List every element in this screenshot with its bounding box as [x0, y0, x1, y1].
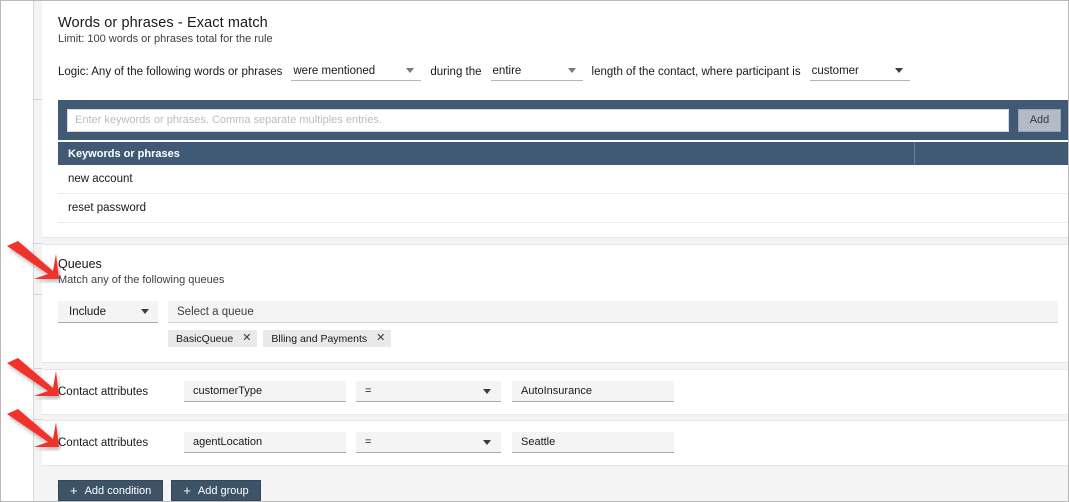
contact-attribute-operator-value: =: [365, 385, 372, 397]
close-icon[interactable]: ✕: [242, 333, 251, 344]
add-condition-button[interactable]: + Add condition: [58, 480, 164, 501]
chevron-down-icon: [406, 68, 415, 73]
plus-icon: +: [70, 483, 78, 498]
contact-attribute-operator-select[interactable]: =: [356, 432, 501, 453]
add-group-label: Add group: [197, 484, 249, 497]
queue-tag-label: Blling and Payments: [271, 332, 368, 345]
chevron-down-icon: [483, 440, 491, 445]
column-header-actions: [915, 142, 1068, 165]
add-group-button[interactable]: + Add group: [171, 480, 261, 501]
queue-tag[interactable]: Blling and Payments ✕: [263, 330, 392, 347]
contact-attribute-card: Contact attributes agentLocation = Seatt…: [42, 420, 1068, 466]
table-row[interactable]: new account: [58, 165, 1068, 194]
logic-condition-value: were mentioned: [293, 64, 376, 77]
logic-participant-value: customer: [811, 64, 859, 77]
contact-attribute-key-value: customerType: [193, 385, 263, 397]
keywords-table: Keywords or phrases new account reset pa…: [58, 142, 1068, 223]
chevron-down-icon: [894, 68, 903, 73]
words-or-phrases-card: Words or phrases - Exact match Limit: 10…: [42, 1, 1068, 238]
keyword-entry-panel: Add: [58, 100, 1068, 140]
page-title: Words or phrases - Exact match: [58, 15, 268, 31]
contact-attribute-operator-select[interactable]: =: [356, 381, 501, 402]
logic-participant-select[interactable]: customer: [809, 61, 910, 81]
keyword-input[interactable]: [67, 108, 1009, 132]
queues-row: Include Select a queue BasicQueue ✕ Blli…: [58, 301, 1058, 347]
contact-attribute-value-input[interactable]: AutoInsurance: [512, 381, 674, 402]
contact-attribute-value-input[interactable]: Seattle: [512, 432, 674, 453]
queue-tag[interactable]: BasicQueue ✕: [168, 330, 258, 347]
contact-attribute-card: Contact attributes customerType = AutoIn…: [42, 369, 1068, 415]
keywords-table-header: Keywords or phrases: [58, 142, 1068, 165]
queues-subtitle: Match any of the following queues: [58, 274, 225, 286]
left-rail-gutter: [34, 1, 42, 501]
connect-rule-conditions-screen: Words or phrases - Exact match Limit: 10…: [0, 0, 1069, 502]
queue-include-value: Include: [69, 305, 107, 318]
contact-attribute-value-text: AutoInsurance: [521, 385, 592, 397]
queue-tag-list: BasicQueue ✕ Blling and Payments ✕: [168, 330, 1058, 347]
queues-card: Queues Match any of the following queues…: [42, 244, 1068, 363]
logic-condition-select[interactable]: were mentioned: [291, 61, 422, 81]
add-condition-label: Add condition: [84, 484, 152, 497]
add-keyword-button[interactable]: Add: [1018, 108, 1061, 132]
chevron-down-icon: [141, 309, 149, 314]
keyword-cell: reset password: [68, 202, 146, 214]
contact-attribute-label: Contact attributes: [58, 385, 149, 398]
contact-attribute-operator-value: =: [365, 436, 372, 448]
queue-select-wrapper: Select a queue BasicQueue ✕ Blling and P…: [168, 301, 1058, 347]
logic-duration-value: entire: [492, 64, 522, 77]
keyword-cell: new account: [68, 173, 133, 185]
logic-duration-select[interactable]: entire: [490, 61, 583, 81]
contact-attribute-label: Contact attributes: [58, 436, 149, 449]
contact-attribute-row: Contact attributes customerType = AutoIn…: [58, 381, 674, 402]
contact-attribute-row: Contact attributes agentLocation = Seatt…: [58, 432, 674, 453]
conditions-content-column: Words or phrases - Exact match Limit: 10…: [42, 1, 1068, 501]
conditions-footer: + Add condition + Add group: [58, 480, 261, 501]
left-rail: [1, 1, 34, 501]
chevron-down-icon: [567, 68, 576, 73]
logic-prefix-label: Logic: Any of the following words or phr…: [58, 66, 283, 78]
words-limit-subtitle: Limit: 100 words or phrases total for th…: [58, 33, 273, 45]
queue-select-input[interactable]: Select a queue: [168, 301, 1058, 323]
queue-select-placeholder: Select a queue: [177, 305, 254, 318]
column-header-keywords: Keywords or phrases: [58, 142, 915, 165]
queue-tag-label: BasicQueue: [176, 332, 234, 345]
close-icon[interactable]: ✕: [376, 333, 385, 344]
queue-include-select[interactable]: Include: [58, 301, 158, 323]
table-row[interactable]: reset password: [58, 194, 1068, 223]
queues-title: Queues: [58, 257, 102, 271]
contact-attribute-key-value: agentLocation: [193, 436, 263, 448]
contact-attribute-key-input[interactable]: customerType: [184, 381, 346, 402]
logic-row: Logic: Any of the following words or phr…: [58, 61, 919, 81]
plus-icon: +: [183, 483, 191, 498]
logic-suffix-label: length of the contact, where participant…: [591, 66, 801, 78]
contact-attribute-key-input[interactable]: agentLocation: [184, 432, 346, 453]
logic-mid-label: during the: [430, 66, 482, 78]
chevron-down-icon: [483, 389, 491, 394]
contact-attribute-value-text: Seattle: [521, 436, 556, 448]
